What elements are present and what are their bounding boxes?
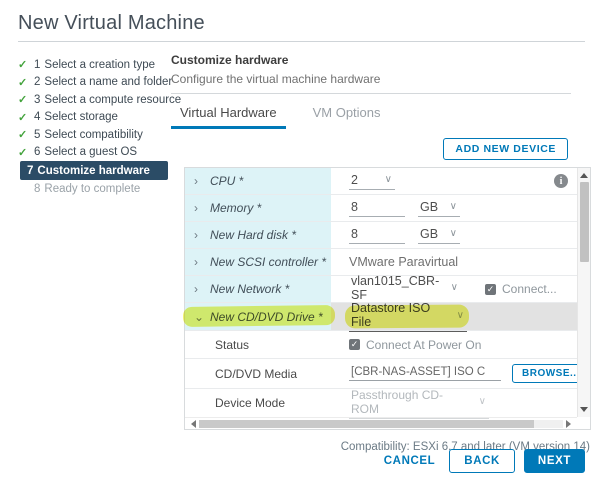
section-divider	[171, 93, 571, 94]
tab-virtual-hardware[interactable]: Virtual Hardware	[171, 103, 286, 129]
device-mode-select: Passthrough CD-ROM ∨	[349, 388, 489, 419]
check-icon: ✓	[18, 93, 29, 106]
step-nav: ✓ 1 Select a creation type ✓ 2 Select a …	[18, 53, 170, 453]
network-row-header[interactable]: › New Network *	[185, 276, 331, 302]
new-vm-wizard: New Virtual Machine ✓ 1 Select a creatio…	[0, 0, 600, 453]
cddvd-row-header[interactable]: ⌄ New CD/DVD Drive *	[185, 303, 331, 330]
cpu-label: CPU *	[210, 174, 243, 188]
cddvd-media-row: CD/DVD Media BROWSE...	[185, 359, 577, 389]
cddvd-type-select[interactable]: Datastore ISO File ∨	[349, 301, 467, 332]
hard-disk-size-input[interactable]: 8	[349, 227, 405, 244]
hw-row-hard-disk: › New Hard disk * 8 GB ∨	[185, 222, 577, 249]
caret-down-icon: ∨	[451, 282, 458, 293]
step-label: Select a creation type	[44, 59, 155, 71]
horizontal-scrollbar[interactable]	[185, 417, 577, 429]
hw-row-network: › New Network * vlan1015_CBR-SF ∨ ✓ Conn…	[185, 276, 577, 303]
chevron-right-icon[interactable]: ›	[194, 175, 202, 187]
tab-vm-options[interactable]: VM Options	[304, 103, 390, 129]
scsi-row-header[interactable]: › New SCSI controller *	[185, 249, 331, 275]
cddvd-media-input[interactable]	[349, 366, 501, 381]
step-5-select-compatibility[interactable]: ✓ 5 Select compatibility	[18, 126, 170, 144]
step-1-select-creation-type[interactable]: ✓ 1 Select a creation type	[18, 56, 170, 74]
step-label: Select a guest OS	[44, 146, 137, 158]
wizard-title: New Virtual Machine	[18, 10, 590, 35]
network-connect-label: Connect...	[502, 282, 557, 296]
network-connect-checkbox[interactable]: ✓	[485, 284, 496, 295]
caret-down-icon: ∨	[385, 174, 392, 185]
cancel-button[interactable]: CANCEL	[384, 455, 436, 467]
memory-label: Memory *	[210, 201, 261, 215]
step-label: Ready to complete	[44, 183, 140, 195]
memory-row-header[interactable]: › Memory *	[185, 195, 331, 221]
hw-row-scsi-controller: › New SCSI controller * VMware Paravirtu…	[185, 249, 577, 276]
hw-row-memory: › Memory * 8 GB ∨	[185, 195, 577, 222]
scroll-right-arrow-icon[interactable]	[566, 420, 571, 428]
caret-down-icon: ∨	[457, 310, 464, 321]
step-label: Select storage	[44, 111, 118, 123]
vertical-scrollbar[interactable]	[577, 168, 590, 417]
step-8-ready-to-complete: 8 Ready to complete	[18, 180, 170, 198]
hard-disk-label: New Hard disk *	[210, 228, 296, 242]
caret-down-icon: ∨	[450, 201, 457, 212]
check-icon: ✓	[18, 111, 29, 124]
horizontal-scroll-thumb[interactable]	[199, 420, 534, 428]
check-icon: ✓	[18, 146, 29, 159]
step-3-select-compute-resource[interactable]: ✓ 3 Select a compute resource	[18, 91, 170, 109]
chevron-right-icon[interactable]: ›	[194, 229, 202, 241]
chevron-down-icon[interactable]: ⌄	[194, 311, 202, 323]
hw-row-cddvd-drive: ⌄ New CD/DVD Drive * Datastore ISO File …	[185, 303, 577, 331]
connect-at-power-on-checkbox[interactable]: ✓	[349, 339, 360, 350]
step-label: Customize hardware	[37, 165, 149, 177]
check-icon: ✓	[18, 76, 29, 89]
scsi-label: New SCSI controller *	[210, 255, 326, 269]
scroll-down-arrow-icon[interactable]	[580, 407, 588, 412]
network-label: New Network *	[210, 282, 289, 296]
device-mode-label: Device Mode	[185, 396, 331, 410]
info-icon: i	[554, 174, 568, 188]
step-label: Select compatibility	[44, 129, 142, 141]
hw-row-cpu: › CPU * 2 ∨ i	[185, 168, 577, 195]
step-2-select-name-folder[interactable]: ✓ 2 Select a name and folder	[18, 74, 170, 92]
title-divider	[18, 41, 585, 42]
check-icon: ✓	[18, 58, 29, 71]
section-subheading: Configure the virtual machine hardware	[171, 72, 591, 86]
chevron-right-icon[interactable]: ›	[194, 202, 202, 214]
status-label: Status	[185, 338, 331, 352]
cddvd-status-row: Status ✓ Connect At Power On	[185, 331, 577, 359]
scroll-left-arrow-icon[interactable]	[191, 420, 196, 428]
scroll-up-arrow-icon[interactable]	[580, 173, 588, 178]
back-button[interactable]: BACK	[449, 449, 515, 473]
vertical-scroll-thumb[interactable]	[580, 182, 589, 262]
caret-down-icon: ∨	[450, 228, 457, 239]
hard-disk-unit-select[interactable]: GB ∨	[418, 227, 460, 244]
cpu-row-header[interactable]: › CPU *	[185, 168, 331, 194]
hardware-list: › CPU * 2 ∨ i	[184, 167, 591, 430]
step-label: Select a name and folder	[44, 76, 172, 88]
step-4-select-storage[interactable]: ✓ 4 Select storage	[18, 109, 170, 127]
memory-unit-select[interactable]: GB ∨	[418, 200, 460, 217]
wizard-footer: CANCEL BACK NEXT	[384, 449, 585, 473]
chevron-right-icon[interactable]: ›	[194, 283, 202, 295]
connect-at-power-on-label: Connect At Power On	[366, 338, 481, 352]
step-6-select-guest-os[interactable]: ✓ 6 Select a guest OS	[18, 144, 170, 162]
network-select[interactable]: vlan1015_CBR-SF ∨	[349, 274, 461, 305]
step-7-customize-hardware-current[interactable]: 7 Customize hardware	[20, 161, 168, 180]
step-label: Select a compute resource	[44, 94, 181, 106]
add-new-device-button[interactable]: ADD NEW DEVICE	[443, 138, 568, 160]
scsi-controller-value: VMware Paravirtual	[349, 255, 458, 269]
hard-disk-row-header[interactable]: › New Hard disk *	[185, 222, 331, 248]
cpu-count-select[interactable]: 2 ∨	[349, 173, 395, 190]
horizontal-scroll-track[interactable]	[199, 420, 563, 428]
next-button[interactable]: NEXT	[524, 449, 585, 473]
memory-size-input[interactable]: 8	[349, 200, 405, 217]
section-heading: Customize hardware	[171, 53, 591, 67]
cddvd-media-label: CD/DVD Media	[185, 367, 331, 381]
hardware-tabs: Virtual Hardware VM Options	[171, 103, 591, 129]
cddvd-label: New CD/DVD Drive *	[210, 310, 323, 324]
check-icon: ✓	[18, 128, 29, 141]
caret-down-icon: ∨	[479, 396, 486, 407]
customize-hardware-panel: Customize hardware Configure the virtual…	[170, 53, 591, 453]
chevron-right-icon[interactable]: ›	[194, 256, 202, 268]
device-mode-row: Device Mode Passthrough CD-ROM ∨	[185, 389, 577, 417]
